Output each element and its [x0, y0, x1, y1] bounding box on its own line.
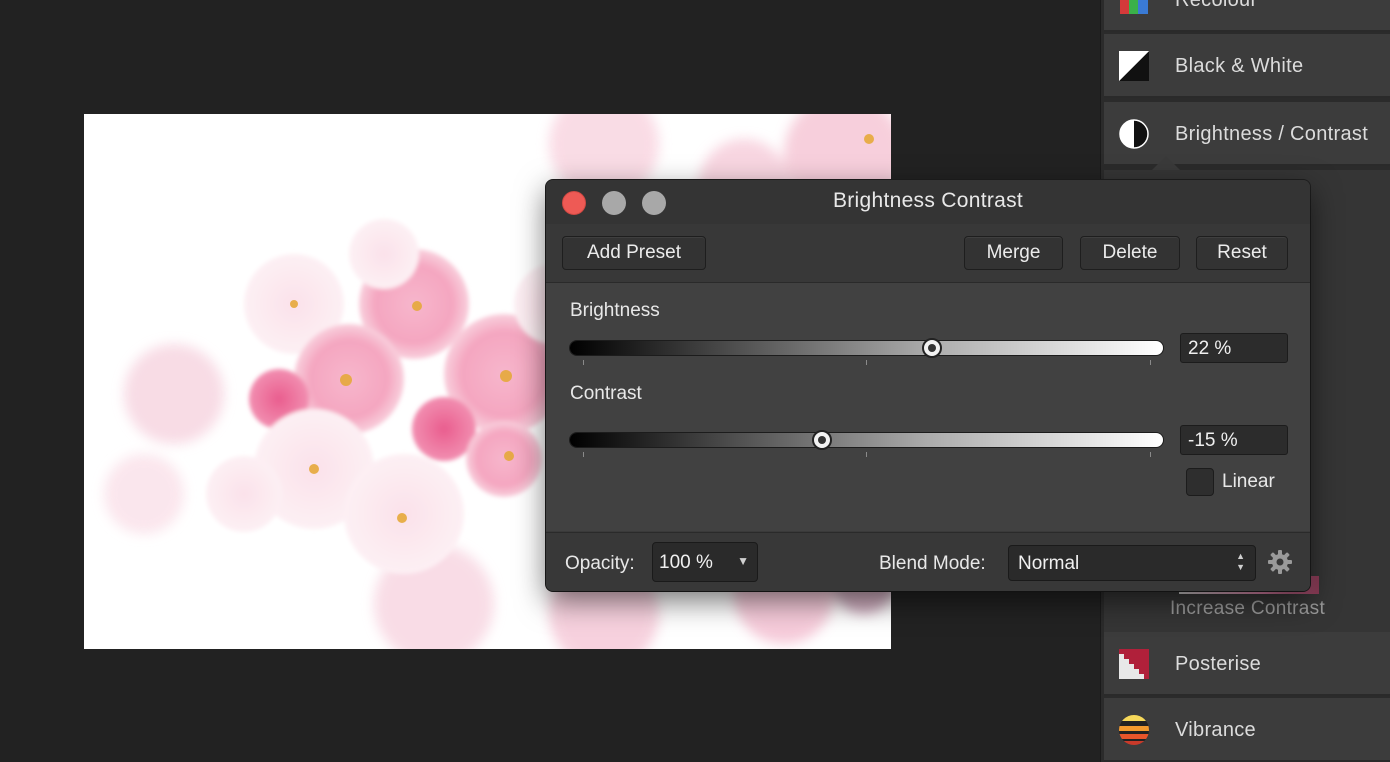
blend-mode-value: Normal	[1018, 553, 1080, 574]
slider-tick	[866, 452, 867, 457]
opacity-label: Opacity:	[565, 553, 635, 574]
adjustment-label: Recolour	[1175, 0, 1258, 11]
linear-checkbox[interactable]	[1186, 468, 1214, 496]
dialog-footer: Opacity: 100 % ▼ Blend Mode: Normal ▲ ▼	[546, 532, 1310, 591]
brightness-contrast-dialog: Brightness Contrast Add Preset Merge Del…	[546, 180, 1310, 591]
contrast-slider-handle[interactable]	[812, 430, 833, 450]
recolour-icon	[1120, 0, 1148, 14]
delete-button[interactable]: Delete	[1080, 236, 1180, 270]
adjustment-item-posterise[interactable]: Posterise	[1104, 632, 1390, 696]
reset-button[interactable]: Reset	[1196, 236, 1288, 270]
slider-tick	[583, 360, 584, 365]
chevron-down-icon: ▼	[737, 554, 749, 568]
slider-tick	[866, 360, 867, 365]
slider-tick	[1150, 452, 1151, 457]
posterise-icon	[1119, 649, 1149, 679]
preset-toolbar: Add Preset Merge Delete Reset	[546, 224, 1310, 283]
dialog-title-text: Brightness Contrast	[832, 189, 1024, 212]
adjustment-label: Black & White	[1175, 55, 1304, 77]
blend-mode-select[interactable]: Normal ▲ ▼	[1008, 545, 1256, 581]
contrast-label: Contrast	[570, 383, 642, 404]
adjustment-label: Brightness / Contrast	[1175, 123, 1369, 145]
dialog-title: Brightness Contrast	[546, 180, 1310, 222]
brightness-contrast-icon	[1119, 119, 1149, 149]
contrast-slider[interactable]	[570, 433, 1163, 447]
adjustment-item-brightness-contrast[interactable]: Brightness / Contrast	[1104, 102, 1390, 166]
dialog-titlebar[interactable]: Brightness Contrast	[546, 180, 1310, 224]
contrast-value-field[interactable]: -15 %	[1180, 425, 1288, 455]
opacity-dropdown[interactable]: 100 % ▼	[652, 542, 758, 582]
adjustment-label: Posterise	[1175, 653, 1262, 675]
blend-mode-label: Blend Mode:	[879, 553, 986, 574]
merge-button[interactable]: Merge	[964, 236, 1063, 270]
dialog-callout-arrow	[1152, 156, 1180, 170]
adjustment-item-vibrance[interactable]: Vibrance	[1104, 698, 1390, 762]
linear-label: Linear	[1222, 471, 1275, 492]
slider-tick	[583, 452, 584, 457]
slider-tick	[1150, 360, 1151, 365]
adjustment-item-black-white[interactable]: Black & White	[1104, 34, 1390, 98]
vibrance-icon	[1119, 715, 1149, 745]
add-preset-button[interactable]: Add Preset	[562, 236, 706, 270]
opacity-value: 100 %	[659, 552, 713, 573]
brightness-slider[interactable]	[570, 341, 1163, 355]
brightness-slider-handle[interactable]	[921, 338, 942, 358]
black-white-icon	[1119, 51, 1149, 81]
gear-icon[interactable]	[1267, 549, 1293, 575]
select-stepper-icon: ▲ ▼	[1236, 551, 1245, 572]
adjustment-label: Vibrance	[1175, 719, 1256, 741]
brightness-label: Brightness	[570, 300, 660, 321]
preset-caption[interactable]: Increase Contrast	[1104, 598, 1390, 620]
brightness-value-field[interactable]: 22 %	[1180, 333, 1288, 363]
adjustment-item-recolour[interactable]: Recolour	[1104, 0, 1390, 32]
